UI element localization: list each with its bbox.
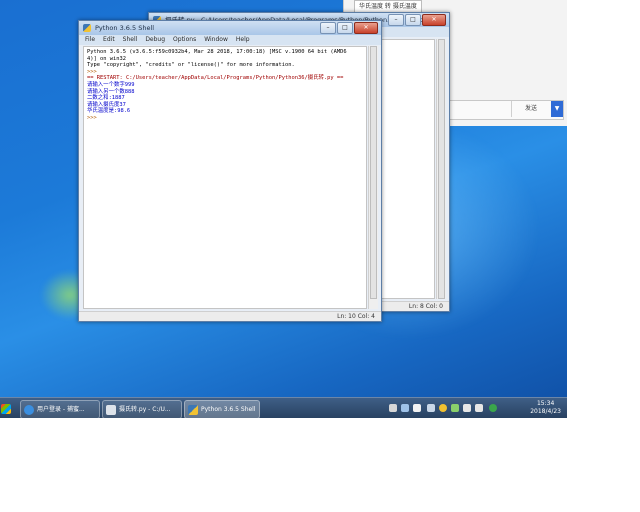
- shell-title: Python 3.6.5 Shell: [95, 24, 155, 32]
- input-method-icon[interactable]: [413, 404, 421, 412]
- menu-help[interactable]: Help: [236, 35, 250, 45]
- minimize-button[interactable]: –: [388, 14, 404, 26]
- menu-window[interactable]: Window: [204, 35, 228, 45]
- menu-options[interactable]: Options: [173, 35, 196, 45]
- desktop: 华氏温度 转 摄氏温度 发送 ▼ 摄氏转.py - C:/Users/teach…: [0, 0, 567, 418]
- python-file-icon: [106, 404, 116, 415]
- app-tray-icon[interactable]: [489, 404, 497, 412]
- chevron-down-icon[interactable]: ▼: [551, 101, 563, 117]
- shell-titlebar[interactable]: Python 3.6.5 Shell – □ ✕: [79, 21, 381, 35]
- close-button[interactable]: ✕: [354, 22, 378, 34]
- shell-line: Python 3.6.5 (v3.6.5:f59c0932b4, Mar 28 …: [87, 49, 347, 55]
- shell-line: Type "copyright", "credits" or "license(…: [87, 62, 295, 69]
- taskbar-item-browser[interactable]: 用户登录 - 捕蜜...: [20, 400, 100, 418]
- shell-line: 4)] on win32: [87, 55, 126, 62]
- windows-logo-icon: [1, 403, 11, 414]
- send-button[interactable]: 发送: [511, 101, 550, 117]
- shell-window[interactable]: Python 3.6.5 Shell – □ ✕ File Edit Shell…: [78, 20, 382, 322]
- menu-file[interactable]: File: [85, 35, 95, 45]
- ie-icon: [24, 404, 34, 415]
- shell-line: 请输入一个数字999: [87, 81, 135, 88]
- chevron-up-icon[interactable]: [427, 404, 435, 412]
- network-icon[interactable]: [401, 404, 409, 412]
- clock-date: 2018/4/23: [530, 408, 561, 415]
- menu-edit[interactable]: Edit: [103, 35, 115, 45]
- security-icon[interactable]: [439, 404, 447, 412]
- shell-line: 华氏温度是:98.6: [87, 108, 131, 115]
- shell-line: >>>: [87, 114, 100, 121]
- python-shell-icon: [188, 404, 198, 415]
- editor-scrollbar[interactable]: [436, 39, 446, 299]
- python-icon: [83, 24, 91, 32]
- shell-text-area[interactable]: Python 3.6.5 (v3.6.5:f59c0932b4, Mar 28 …: [83, 46, 367, 309]
- shell-line: 请输入另一个数888: [87, 88, 135, 95]
- shell-line: 二数之和:1887: [87, 95, 125, 102]
- speaker-icon[interactable]: [475, 404, 483, 412]
- update-icon[interactable]: [451, 404, 459, 412]
- close-button[interactable]: ✕: [422, 14, 446, 26]
- menu-debug[interactable]: Debug: [145, 35, 165, 45]
- maximize-button[interactable]: □: [337, 22, 353, 34]
- keyboard-icon[interactable]: [389, 404, 397, 412]
- maximize-button[interactable]: □: [405, 14, 421, 26]
- minimize-button[interactable]: –: [320, 22, 336, 34]
- system-tray: 15:34 2018/4/23: [387, 398, 567, 418]
- shell-status: Ln: 10 Col: 4: [79, 311, 381, 321]
- shell-scrollbar[interactable]: [368, 46, 378, 309]
- start-button[interactable]: [1, 400, 15, 417]
- taskbar-item-shell[interactable]: Python 3.6.5 Shell: [184, 400, 260, 418]
- clock-time: 15:34: [536, 400, 555, 407]
- clock[interactable]: 15:34 2018/4/23: [530, 400, 561, 416]
- taskbar-item-editor[interactable]: 摄氏转.py - C:/U...: [102, 400, 182, 418]
- shell-menubar: File Edit Shell Debug Options Window Hel…: [79, 35, 381, 45]
- shell-line: == RESTART: C:/Users/teacher/AppData/Loc…: [87, 75, 344, 82]
- flag-icon[interactable]: [463, 404, 471, 412]
- menu-shell[interactable]: Shell: [123, 35, 138, 45]
- taskbar: 用户登录 - 捕蜜... 摄氏转.py - C:/U... Python 3.6…: [0, 397, 567, 418]
